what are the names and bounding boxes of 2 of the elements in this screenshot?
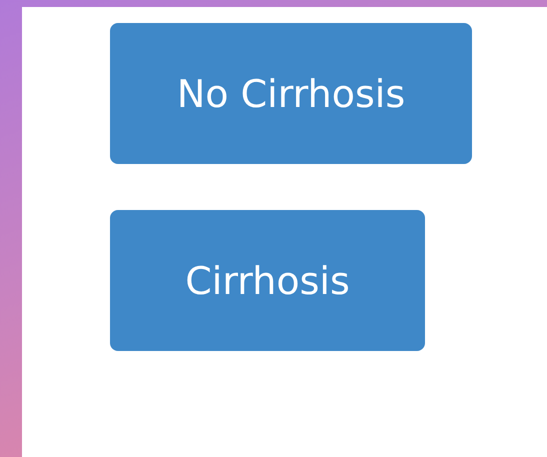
- choice-button[interactable]: No Cirrhosis: [110, 23, 472, 164]
- choice-button[interactable]: Cirrhosis: [110, 210, 425, 351]
